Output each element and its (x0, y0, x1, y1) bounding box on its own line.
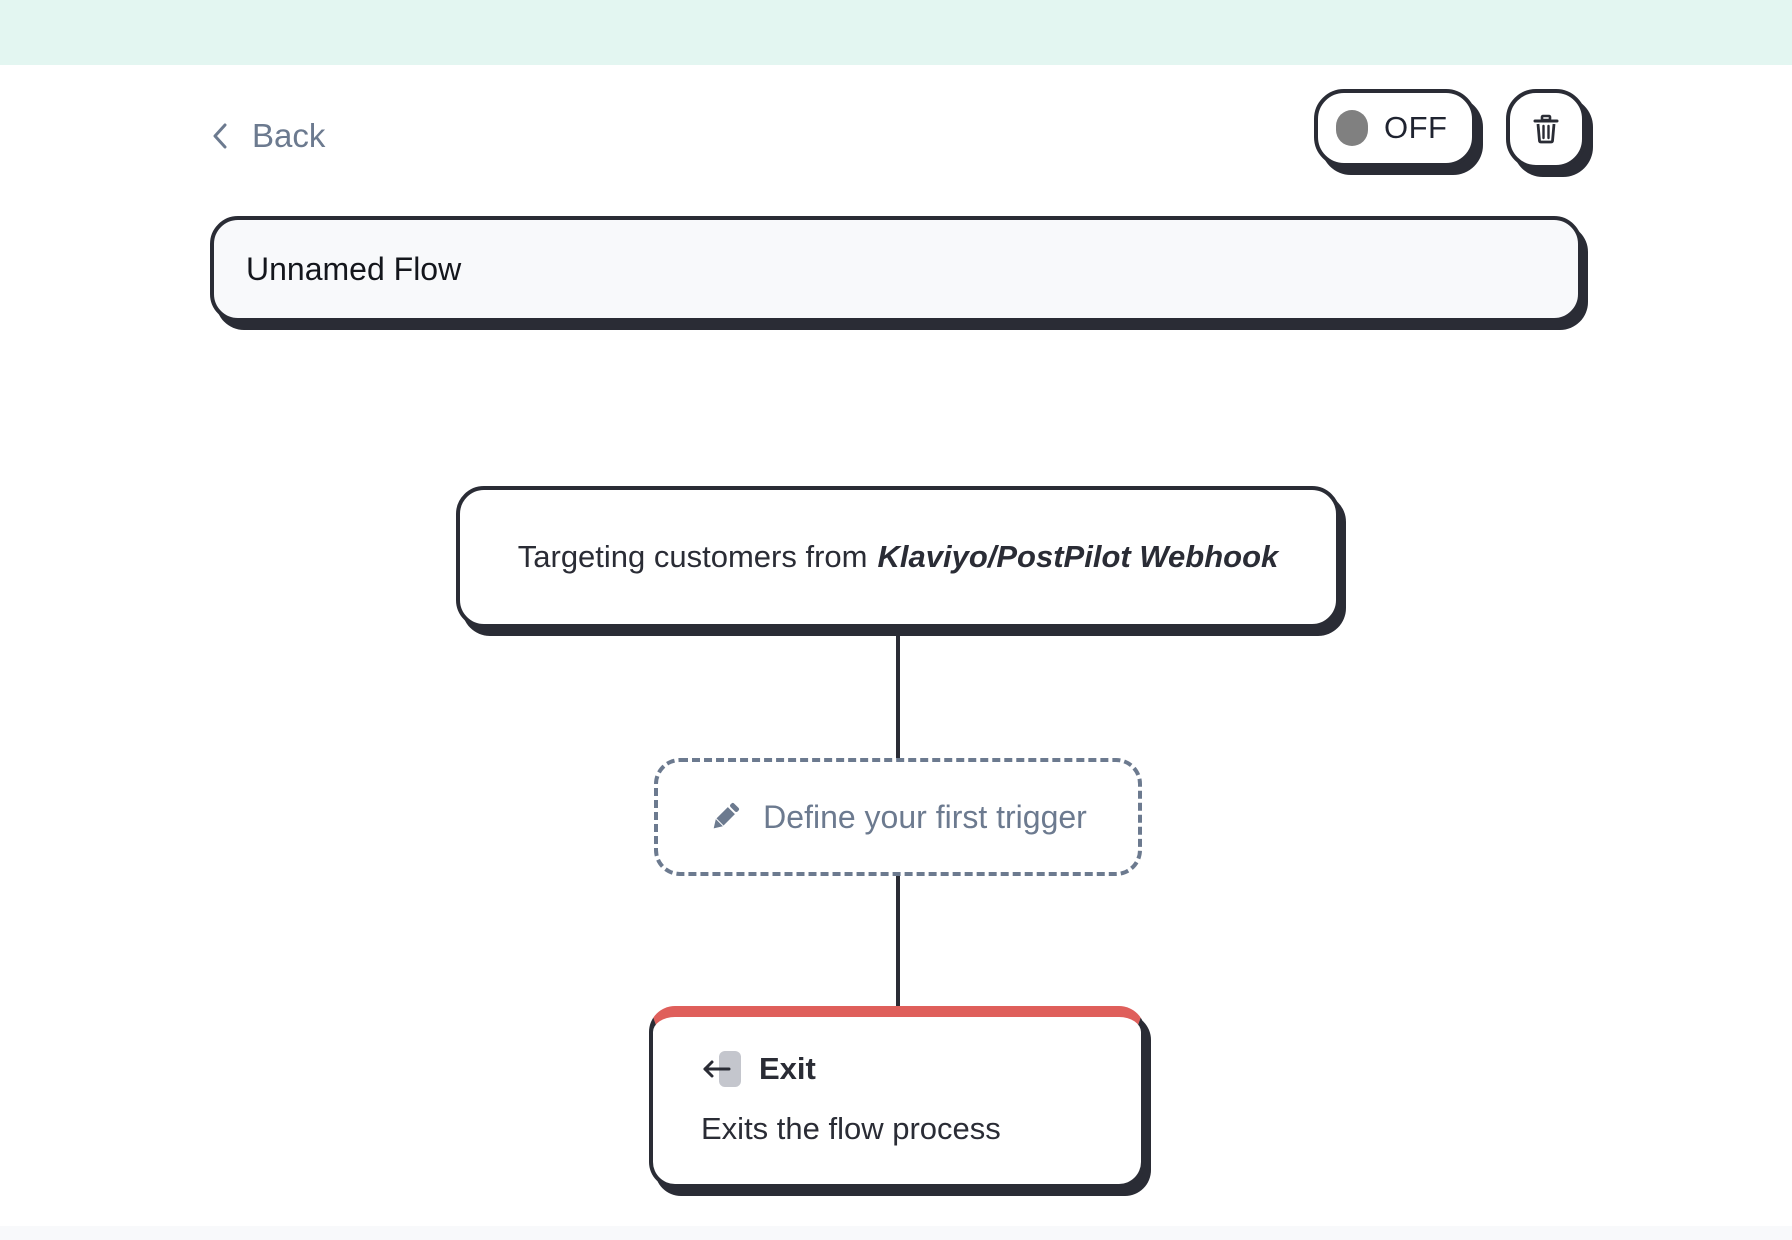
flow-name-input[interactable] (210, 216, 1582, 322)
connector-line (896, 632, 900, 760)
exit-arrow-icon (703, 1051, 741, 1087)
back-link[interactable]: Back (210, 112, 325, 160)
exit-description: Exits the flow process (701, 1111, 1001, 1146)
exit-title: Exit (759, 1051, 816, 1086)
trash-icon (1533, 114, 1559, 144)
bottom-strip (0, 1226, 1792, 1240)
exit-node[interactable]: Exit Exits the flow process (649, 1006, 1145, 1188)
define-trigger-placeholder[interactable]: Define your first trigger (654, 758, 1142, 876)
source-name: Klaviyo/PostPilot Webhook (877, 539, 1279, 574)
audience-source-node[interactable]: Targeting customers from Klaviyo/PostPil… (456, 486, 1340, 628)
toggle-knob (1336, 110, 1368, 146)
source-prefix: Targeting customers from (517, 539, 868, 574)
exit-header: Exit (701, 1047, 1141, 1091)
toggle-label: OFF (1384, 110, 1448, 145)
back-label: Back (252, 117, 326, 154)
pencil-icon (713, 802, 740, 829)
chevron-left-icon (213, 123, 227, 149)
connector-line (896, 874, 900, 1008)
flow-status-toggle[interactable]: OFF (1314, 89, 1476, 167)
delete-flow-button[interactable] (1506, 89, 1586, 169)
trigger-label: Define your first trigger (763, 798, 1087, 835)
top-banner (0, 0, 1792, 65)
